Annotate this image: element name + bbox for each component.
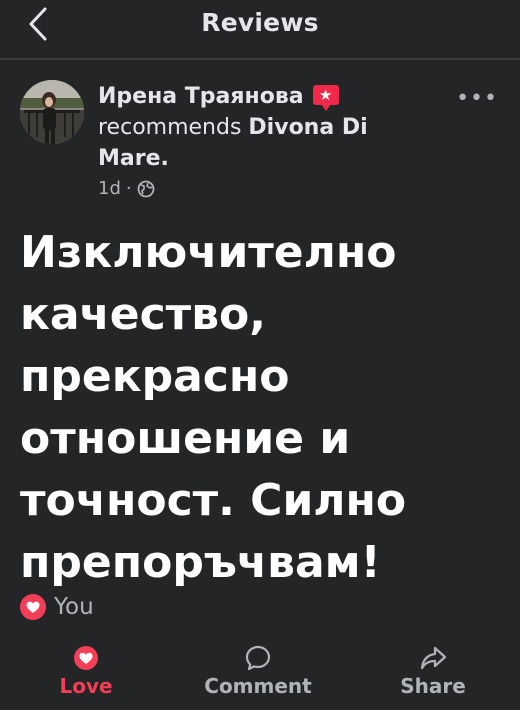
globe-icon [137, 180, 155, 197]
love-icon [74, 646, 98, 670]
author-name[interactable]: Ирена Траянова [98, 84, 304, 109]
comment-icon [245, 645, 271, 671]
share-button[interactable]: Share [358, 640, 508, 698]
top-bar: Reviews [0, 0, 520, 48]
love-button[interactable]: Love [11, 640, 161, 698]
comment-label: Comment [204, 674, 312, 698]
post-time[interactable]: 1d [98, 178, 121, 199]
meta-separator: · [125, 178, 132, 199]
share-label: Share [400, 674, 466, 698]
more-options-button[interactable]: ••• [456, 86, 498, 111]
avatar-photo [20, 80, 84, 144]
avatar[interactable] [20, 80, 84, 144]
post-header: Ирена Траянова ★ recommends Divona Di Ma… [98, 81, 428, 174]
header-divider [0, 58, 520, 60]
share-icon [420, 646, 447, 670]
love-reaction-icon [20, 594, 46, 620]
review-text: Изключително качество, прекрасно отношен… [20, 227, 407, 588]
star-badge-icon: ★ [312, 85, 339, 111]
love-label: Love [59, 674, 113, 698]
badge-glyph: ★ [318, 86, 333, 104]
place-name-suffix: . [160, 146, 169, 171]
recommend-verb: recommends [98, 115, 242, 140]
comment-button[interactable]: Comment [183, 640, 333, 698]
reactions-label: You [54, 594, 94, 620]
action-bar: Love Comment Share [0, 640, 520, 710]
reactions-summary[interactable]: You [20, 594, 94, 620]
page-title: Reviews [201, 8, 319, 37]
post-meta: 1d · [98, 178, 155, 199]
